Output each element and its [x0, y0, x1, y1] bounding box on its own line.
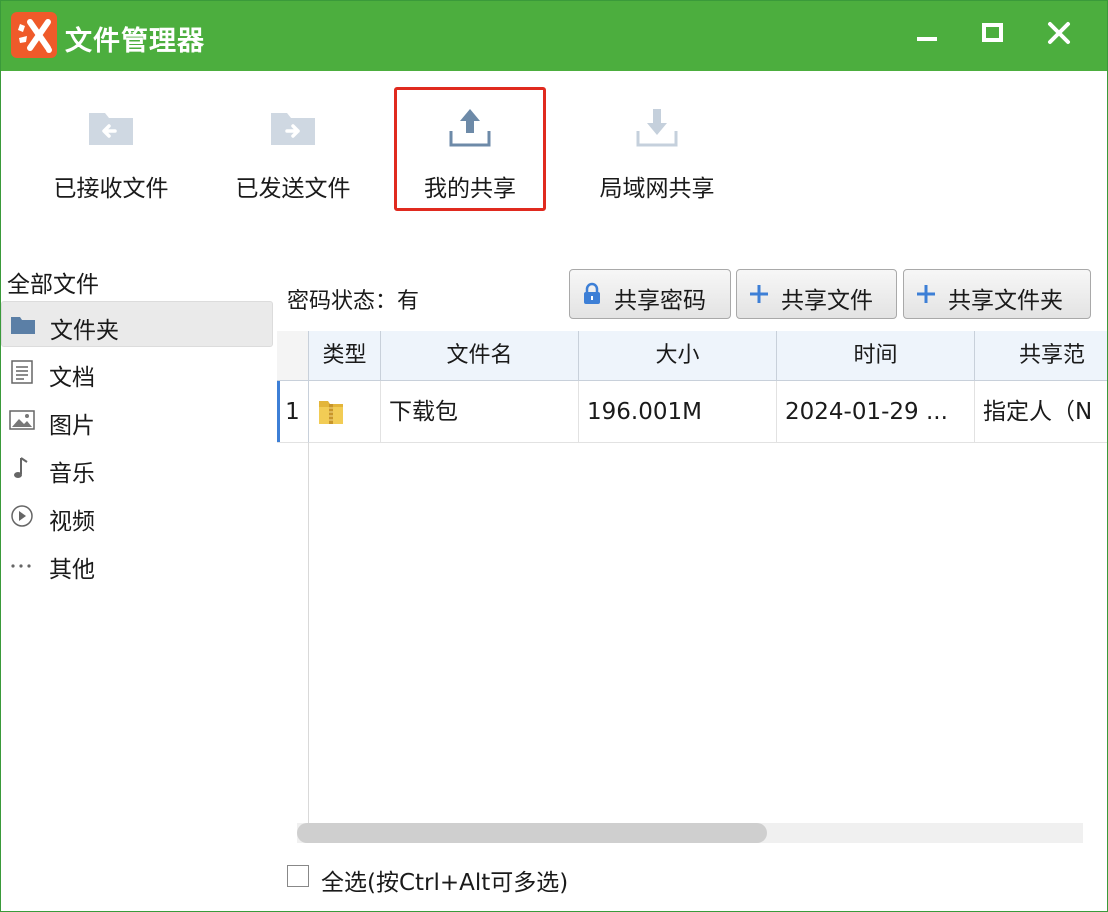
column-header-time[interactable]: 时间 [777, 331, 975, 381]
select-all-label: 全选(按Ctrl+Alt可多选) [321, 870, 569, 896]
share-folder-button[interactable]: 共享文件夹 [903, 269, 1091, 319]
app-logo-icon [11, 12, 57, 58]
column-header-type[interactable]: 类型 [309, 331, 381, 381]
shared-files-table: 类型 文件名 大小 时间 共享范 1 下载包 196.001M 2024-01-… [277, 331, 1107, 823]
row-number-column [277, 381, 309, 823]
toolbar-my-share[interactable]: 我的共享 [394, 87, 546, 211]
download-icon [631, 101, 683, 153]
lock-icon [580, 282, 604, 306]
select-all-checkbox[interactable] [287, 865, 309, 887]
sidebar-item-other[interactable]: 其他 [1, 541, 273, 587]
title-bar[interactable]: 文件管理器 [1, 1, 1107, 71]
more-dots-icon [9, 552, 35, 576]
share-file-button[interactable]: 共享文件 [736, 269, 897, 319]
row-name-cell: 下载包 [381, 381, 579, 443]
toolbar-lan-share[interactable]: 局域网共享 [587, 101, 727, 202]
folder-right-arrow-icon [267, 101, 319, 153]
share-file-label: 共享文件 [781, 288, 873, 314]
sidebar-item-label: 文件夹 [50, 318, 119, 344]
sidebar-item-label: 其他 [49, 557, 95, 583]
document-icon [9, 360, 35, 384]
row-time-cell: 2024-01-29 ... [777, 381, 975, 443]
row-size-cell: 196.001M [579, 381, 777, 443]
window-title: 文件管理器 [65, 26, 205, 57]
folder-zip-icon [319, 401, 343, 424]
minimize-button[interactable] [905, 15, 949, 55]
plus-icon [914, 282, 938, 306]
column-header-name[interactable]: 文件名 [381, 331, 579, 381]
toolbar-sent-label: 已发送文件 [235, 176, 351, 202]
play-circle-icon [9, 504, 35, 528]
toolbar-lan-share-label: 局域网共享 [599, 176, 715, 202]
sidebar-item-folder[interactable]: 文件夹 [1, 301, 273, 347]
sidebar-title: 全部文件 [7, 272, 99, 298]
file-manager-window: 文件管理器 已接收文件 已发送文件 我的共享 局域网共享 全部文件 文件夹 文档… [0, 0, 1108, 912]
sidebar-item-document[interactable]: 文档 [1, 349, 273, 395]
table-corner [277, 331, 309, 381]
row-type-cell [309, 381, 381, 443]
toolbar-received-label: 已接收文件 [53, 176, 169, 202]
maximize-icon [982, 23, 1003, 42]
music-note-icon [9, 456, 35, 480]
password-status: 密码状态：有 [287, 289, 420, 314]
horizontal-scrollbar-thumb[interactable] [297, 823, 767, 843]
upload-icon [444, 101, 496, 153]
close-icon [1048, 22, 1070, 44]
toolbar-my-share-label: 我的共享 [424, 176, 516, 202]
row-scope-cell: 指定人（N [975, 381, 1107, 443]
toolbar-received-files[interactable]: 已接收文件 [41, 101, 181, 202]
sidebar-item-music[interactable]: 音乐 [1, 445, 273, 491]
column-header-size[interactable]: 大小 [579, 331, 777, 381]
sidebar-item-video[interactable]: 视频 [1, 493, 273, 539]
share-password-button[interactable]: 共享密码 [569, 269, 731, 319]
sidebar-item-label: 图片 [49, 413, 95, 439]
toolbar-sent-files[interactable]: 已发送文件 [223, 101, 363, 202]
image-icon [9, 408, 35, 432]
sidebar-item-label: 音乐 [49, 461, 95, 487]
row-number: 1 [277, 381, 309, 443]
sidebar-item-label: 视频 [49, 509, 95, 535]
folder-left-arrow-icon [85, 101, 137, 153]
sidebar-item-image[interactable]: 图片 [1, 397, 273, 443]
share-password-label: 共享密码 [614, 288, 706, 314]
folder-icon [10, 313, 36, 337]
close-button[interactable] [1037, 15, 1081, 55]
plus-icon [747, 282, 771, 306]
share-folder-label: 共享文件夹 [948, 288, 1063, 314]
column-header-scope[interactable]: 共享范 [975, 331, 1107, 381]
minimize-icon [917, 37, 937, 41]
sidebar-item-label: 文档 [49, 365, 95, 391]
maximize-button[interactable] [971, 15, 1015, 55]
